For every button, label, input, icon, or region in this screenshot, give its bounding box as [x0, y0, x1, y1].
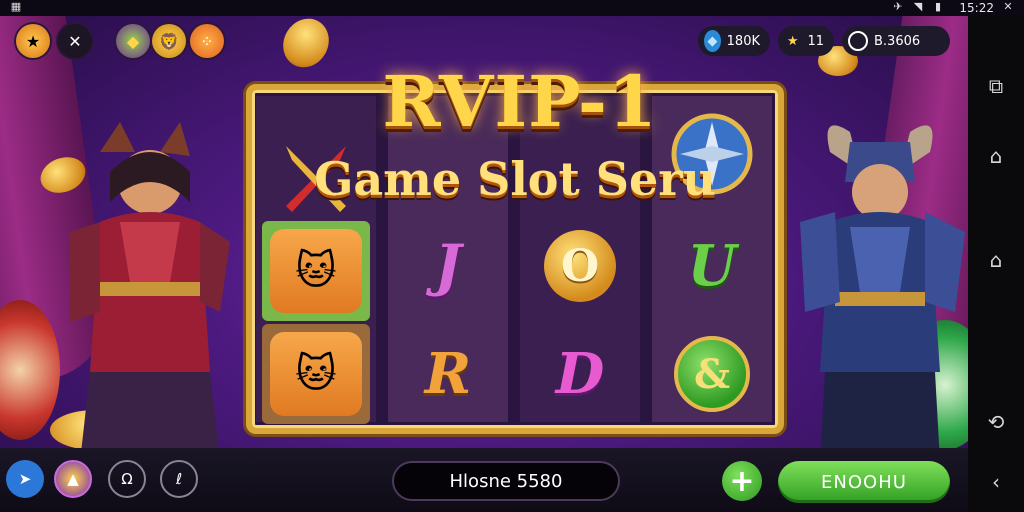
- option-button-2[interactable]: ℓ: [160, 460, 198, 498]
- balance-counter[interactable]: B.3606: [842, 26, 950, 56]
- cat-icon: 🐱: [270, 229, 362, 313]
- game-stage: 🐱 🐱 J R O D U & RVIP-1 Game Slot Seru ★ …: [0, 0, 968, 512]
- coin-outline-icon: [848, 31, 868, 51]
- heroine-character: [70, 122, 230, 462]
- spin-button[interactable]: ENOOHU: [778, 461, 950, 503]
- reel-symbol: J: [434, 233, 462, 299]
- menu-dots-icon: ⁘: [200, 31, 214, 51]
- reel-symbol: D: [555, 341, 605, 407]
- omega-icon: Ω: [121, 470, 133, 488]
- home-icon[interactable]: ⌂: [984, 248, 1008, 272]
- reel-symbol: R: [424, 341, 472, 407]
- star-badge-icon: ★: [25, 31, 41, 51]
- diamond-icon: ◆: [704, 30, 721, 52]
- reel-symbol: &: [658, 324, 766, 424]
- recents-icon[interactable]: ⧉: [984, 74, 1008, 98]
- rotate-icon[interactable]: ⟲: [984, 410, 1008, 434]
- game-title: RVIP-1: [382, 60, 658, 143]
- battery-icon: ▮: [934, 0, 942, 13]
- plus-button[interactable]: +: [722, 461, 762, 501]
- grid-icon: ▦: [10, 0, 22, 13]
- system-nav-bar: ⧉ ⌂ ⌂ ⟲ ‹: [968, 16, 1024, 512]
- wifi-icon: ◥: [913, 0, 923, 13]
- signal-icon: ✈: [893, 0, 903, 13]
- star-icon: ★: [786, 33, 799, 49]
- coin-decoration: [274, 10, 338, 76]
- reel-1: 🐱 🐱: [256, 96, 376, 424]
- close-button[interactable]: ✕: [58, 24, 92, 58]
- home-icon[interactable]: ⌂: [984, 144, 1008, 168]
- bonus-button[interactable]: ▲: [54, 460, 92, 498]
- gem-button[interactable]: ◆: [116, 24, 150, 58]
- gem-icon: ◆: [126, 31, 140, 51]
- stars-value: 11: [807, 33, 824, 49]
- option-button-1[interactable]: Ω: [108, 460, 146, 498]
- reel-2: J R: [388, 96, 508, 422]
- gems-value: 180K: [726, 33, 760, 49]
- star-badge-button[interactable]: ★: [16, 24, 50, 58]
- reel-3: O D: [520, 96, 640, 422]
- arrow-icon: ➤: [18, 470, 32, 488]
- reel-symbol: O: [526, 216, 634, 316]
- lion-icon: 🦁: [159, 31, 179, 51]
- close-icon: ✕: [1003, 0, 1013, 13]
- menu-button[interactable]: ⁘: [190, 24, 224, 58]
- gems-counter[interactable]: ◆ 180K: [698, 26, 770, 56]
- close-icon: ✕: [68, 31, 82, 51]
- stars-counter[interactable]: ★ 11: [778, 26, 834, 56]
- reel-4: U &: [652, 96, 772, 422]
- game-subtitle: Game Slot Seru: [314, 152, 716, 206]
- reel-symbol: U: [687, 233, 737, 299]
- warrior-character: [800, 125, 965, 462]
- share-button[interactable]: ➤: [6, 460, 44, 498]
- status-bar: ▦ ✈ ◥ ▮ 15:22 ✕: [0, 0, 1024, 16]
- bet-display: Hlosne 5580: [392, 461, 620, 501]
- triangle-icon: ▲: [67, 470, 79, 488]
- status-time: 15:22: [959, 1, 994, 15]
- info-icon: ℓ: [175, 470, 183, 488]
- lion-button[interactable]: 🦁: [152, 24, 186, 58]
- cat-icon: 🐱: [270, 332, 362, 416]
- reel-symbol-cat: 🐱: [262, 221, 370, 321]
- back-icon[interactable]: ‹: [984, 470, 1008, 494]
- reel-symbol-cat: 🐱: [262, 324, 370, 424]
- balance-value: B.3606: [874, 33, 921, 49]
